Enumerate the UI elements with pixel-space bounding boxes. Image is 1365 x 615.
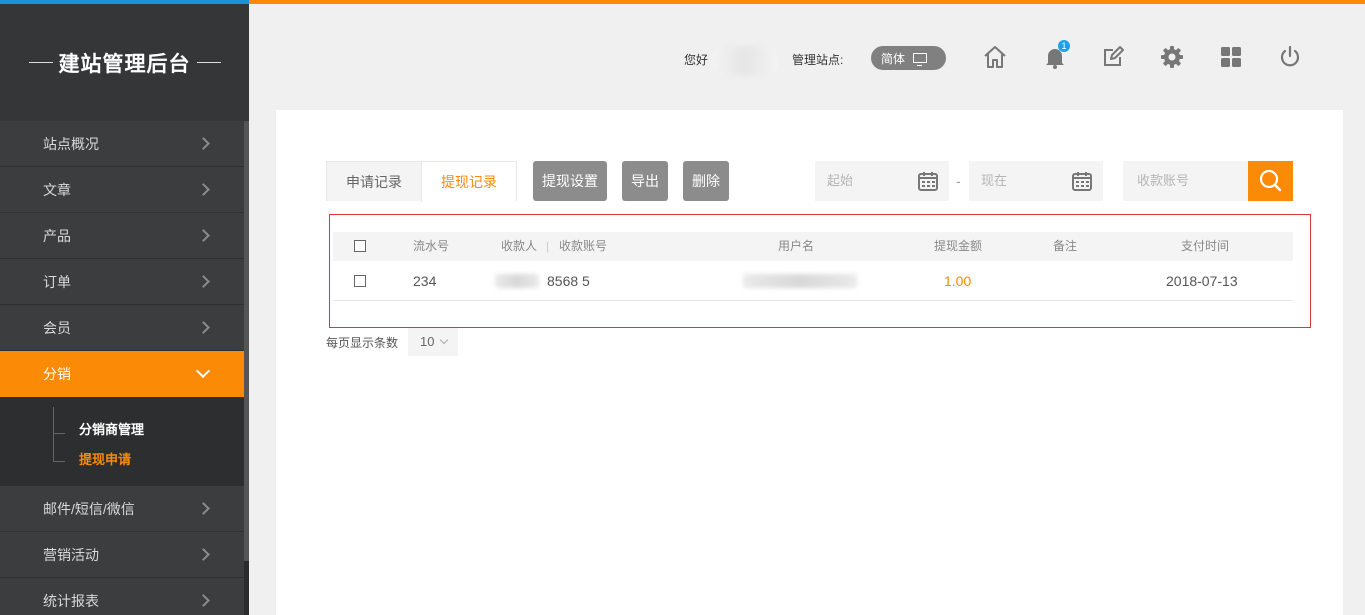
site-label: 管理站点:: [792, 53, 844, 67]
sidebar-item-label: 订单: [43, 273, 71, 290]
end-date-field[interactable]: 现在: [969, 161, 1103, 201]
distribution-submenu: 分销商管理 提现申请: [0, 397, 244, 486]
sidebar-item-distribution[interactable]: 分销: [0, 351, 244, 397]
sidebar-item-label: 产品: [43, 227, 71, 244]
submenu-item-distributor-management[interactable]: 分销商管理: [79, 419, 144, 438]
brand-dash-left: [28, 62, 53, 63]
sidebar-item-label: 文章: [43, 181, 71, 198]
sidebar-item-label: 站点概况: [43, 135, 99, 152]
redacted-payee: [495, 274, 539, 288]
column-header-pay-time: 支付时间: [1181, 239, 1230, 253]
notification-button[interactable]: 1: [1042, 40, 1070, 70]
redacted-username: [743, 274, 857, 288]
column-header-divider: |: [546, 239, 550, 253]
submenu-item-withdrawal-requests[interactable]: 提现申请: [79, 449, 131, 468]
brand-title: 建站管理后台: [0, 4, 249, 121]
tab-withdrawal-records[interactable]: 提现记录: [421, 162, 516, 202]
submenu-branch-line: [53, 461, 65, 462]
edit-icon[interactable]: [1100, 44, 1126, 70]
sidebar-scrollbar-thumb[interactable]: [244, 121, 249, 561]
chevron-down-icon: [195, 363, 211, 378]
grid-icon[interactable]: [1218, 44, 1244, 70]
export-button[interactable]: 导出: [622, 161, 668, 201]
chevron-right-icon: [197, 183, 210, 196]
sidebar-item-overview[interactable]: 站点概况: [0, 121, 244, 167]
chevron-right-icon: [197, 275, 210, 288]
redacted-username: [712, 46, 778, 76]
sidebar-item-label: 分销: [43, 365, 71, 382]
sidebar-item-label: 营销活动: [43, 546, 99, 563]
home-icon[interactable]: [982, 44, 1008, 70]
cell-account: 8568 5: [547, 273, 590, 289]
cell-serial: 234: [413, 273, 437, 289]
select-all-checkbox[interactable]: [354, 240, 366, 252]
column-header-serial: 流水号: [413, 239, 450, 253]
column-header-amount: 提现金额: [934, 239, 983, 253]
chevron-down-icon: [439, 335, 449, 345]
chevron-right-icon: [197, 594, 210, 607]
column-header-username: 用户名: [778, 239, 815, 253]
table-header: 流水号 收款人 | 收款账号 用户名 提现金额 备注 支付时间: [333, 232, 1293, 261]
row-checkbox[interactable]: [354, 275, 366, 287]
sidebar-item-members[interactable]: 会员: [0, 305, 244, 351]
calendar-icon[interactable]: [1071, 170, 1093, 192]
search-button[interactable]: [1248, 161, 1293, 201]
account-search-placeholder: 收款账号: [1137, 173, 1190, 188]
sidebar-scrollbar[interactable]: [244, 121, 249, 615]
start-date-field[interactable]: 起始: [815, 161, 949, 201]
sidebar-item-label: 会员: [43, 319, 71, 336]
sidebar-item-label: 统计报表: [43, 592, 99, 609]
sidebar-item-messaging[interactable]: 邮件/短信/微信: [0, 486, 244, 532]
page-size-value: 10: [420, 334, 435, 349]
monitor-icon: [913, 53, 928, 66]
power-icon[interactable]: [1277, 44, 1303, 70]
cell-amount: 1.00: [944, 273, 972, 289]
language-switch-button[interactable]: 简体: [871, 46, 946, 70]
record-tabs: 申请记录 提现记录: [326, 161, 517, 202]
cell-pay-time: 2018-07-13: [1166, 273, 1238, 289]
submenu-tree-line: [53, 407, 54, 462]
delete-button[interactable]: 删除: [683, 161, 729, 201]
chevron-right-icon: [197, 229, 210, 242]
sidebar-item-products[interactable]: 产品: [0, 213, 244, 259]
column-header-remark: 备注: [1053, 239, 1078, 253]
sidebar-item-orders[interactable]: 订单: [0, 259, 244, 305]
start-date-placeholder: 起始: [827, 173, 854, 188]
sidebar-item-articles[interactable]: 文章: [0, 167, 244, 213]
table-row[interactable]: 234 8568 5 1.00 2018-07-13: [333, 261, 1293, 301]
notification-badge: 1: [1058, 40, 1070, 52]
page-size-select[interactable]: 10: [408, 328, 458, 356]
sidebar-item-label: 邮件/短信/微信: [43, 500, 135, 517]
gear-icon[interactable]: [1159, 44, 1185, 70]
chevron-right-icon: [197, 502, 210, 515]
brand-dash-right: [196, 62, 221, 63]
sidebar: 建站管理后台 站点概况 文章 产品 订单 会员 分销 分销商管理 提现申请 邮件…: [0, 0, 249, 615]
calendar-icon[interactable]: [917, 170, 939, 192]
column-header-payee: 收款人: [501, 239, 538, 253]
page-size-label: 每页显示条数: [326, 336, 399, 350]
sidebar-menu: 站点概况 文章 产品 订单 会员 分销 分销商管理 提现申请 邮件/短信/微信 …: [0, 121, 244, 615]
date-range-separator: -: [956, 173, 961, 189]
chevron-right-icon: [197, 321, 210, 334]
sidebar-item-reports[interactable]: 统计报表: [0, 578, 244, 615]
account-search-input[interactable]: 收款账号: [1123, 161, 1248, 201]
chevron-right-icon: [197, 548, 210, 561]
tab-application-records[interactable]: 申请记录: [327, 162, 421, 202]
header: 您好 管理站点: 简体 1: [249, 4, 1365, 110]
sidebar-item-marketing[interactable]: 营销活动: [0, 532, 244, 578]
submenu-branch-line: [53, 433, 65, 434]
main-panel: 申请记录 提现记录 提现设置 导出 删除 起始 - 现在 收款账号 流水号 收款…: [276, 110, 1343, 615]
language-label: 简体: [881, 51, 906, 66]
withdrawal-settings-button[interactable]: 提现设置: [533, 161, 607, 201]
column-header-account: 收款账号: [559, 239, 608, 253]
chevron-right-icon: [197, 137, 210, 150]
greeting-text: 您好: [684, 53, 709, 67]
search-icon: [1259, 169, 1282, 192]
brand-text: 建站管理后台: [58, 52, 191, 76]
end-date-placeholder: 现在: [981, 173, 1008, 188]
